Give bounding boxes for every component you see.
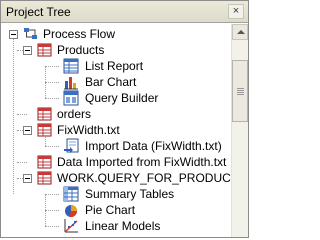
tree-node-label: Summary Tables — [85, 187, 175, 201]
tree-node-bar-chart[interactable]: Bar Chart — [1, 74, 201, 90]
vertical-scrollbar[interactable] — [231, 24, 248, 237]
tree-node-label: Linear Models — [85, 219, 161, 233]
tree-node-label: Query Builder — [85, 91, 159, 105]
query-builder-icon — [63, 90, 79, 106]
grip-line — [237, 92, 244, 93]
tree-node-orders[interactable]: orders — [1, 106, 201, 122]
tree-node-label: Pie Chart — [85, 203, 136, 217]
tree-node-label: FixWidth.txt — [57, 123, 120, 137]
grip-line — [237, 90, 244, 91]
close-button[interactable]: × — [228, 4, 244, 19]
tree-node-label: Process Flow — [43, 27, 116, 41]
tree-node-products[interactable]: Products — [1, 42, 201, 58]
data-table-icon — [37, 123, 52, 137]
data-table-icon — [37, 107, 52, 121]
grip-line — [237, 94, 244, 95]
tree-node-linear-models[interactable]: Linear Models — [1, 218, 201, 234]
tree-node-pie-chart[interactable]: Pie Chart — [1, 202, 201, 218]
scroll-up-arrow-icon[interactable] — [232, 24, 248, 40]
project-tree: Process Flow Products List Report Bar Ch… — [1, 24, 231, 237]
data-table-icon — [37, 171, 52, 185]
grip-line — [237, 88, 244, 89]
collapse-toggle[interactable] — [23, 126, 32, 135]
tree-node-label: Products — [57, 43, 105, 57]
data-table-icon — [37, 43, 52, 57]
linear-models-icon — [64, 219, 78, 233]
panel-title: Project Tree — [6, 5, 71, 19]
tree-node-label: Data Imported from FixWidth.txt — [57, 155, 227, 169]
scrollbar-thumb[interactable] — [232, 60, 248, 122]
collapse-toggle[interactable] — [23, 46, 32, 55]
process-flow-icon — [24, 28, 37, 39]
summary-tables-icon — [63, 186, 79, 202]
tree-node-label: Bar Chart — [85, 75, 137, 89]
panel-titlebar: Project Tree × — [1, 1, 248, 23]
data-table-icon — [37, 155, 52, 169]
tree-node-label: orders — [57, 107, 92, 121]
tree-node-import-data[interactable]: Import Data (FixWidth.txt) — [1, 138, 222, 154]
bar-chart-icon — [64, 77, 78, 90]
project-tree-panel: Project Tree × Process Flow Products Lis… — [0, 0, 249, 238]
list-report-icon — [63, 58, 79, 74]
pie-chart-icon — [65, 205, 78, 218]
tree-node-label: List Report — [85, 59, 144, 73]
tree-node-list-report[interactable]: List Report — [1, 58, 201, 74]
tree-node-data-imported[interactable]: Data Imported from FixWidth.txt — [1, 154, 231, 170]
collapse-toggle[interactable] — [9, 30, 18, 39]
tree-node-process-flow[interactable]: Process Flow — [1, 26, 201, 42]
tree-node-fixwidth[interactable]: FixWidth.txt — [1, 122, 201, 138]
tree-node-work-query[interactable]: WORK.QUERY_FOR_PRODUCTS — [1, 170, 231, 186]
collapse-toggle[interactable] — [23, 174, 32, 183]
tree-node-label: Import Data (FixWidth.txt) — [85, 139, 222, 153]
tree-node-summary-tables[interactable]: Summary Tables — [1, 186, 201, 202]
tree-node-label: WORK.QUERY_FOR_PRODUCTS — [57, 171, 231, 185]
import-data-icon — [64, 138, 79, 153]
tree-node-query-builder[interactable]: Query Builder — [1, 90, 201, 106]
